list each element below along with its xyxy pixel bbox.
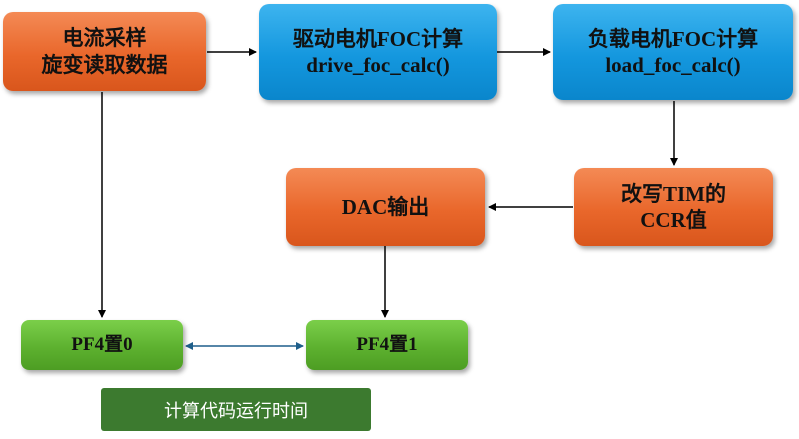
node-load-foc: 负载电机FOC计算 load_foc_calc()	[553, 4, 793, 100]
node-load-foc-line1: 负载电机FOC计算	[587, 26, 759, 51]
node-drive-foc-line1: 驱动电机FOC计算	[292, 26, 464, 51]
node-pf4-high: PF4置1	[306, 320, 468, 370]
node-drive-foc-line2: drive_foc_calc()	[306, 53, 450, 77]
node-write-ccr-line2: CCR值	[640, 208, 707, 232]
node-drive-foc: 驱动电机FOC计算 drive_foc_calc()	[259, 4, 497, 100]
node-sampling: 电流采样 旋变读取数据	[3, 12, 206, 91]
node-sampling-line2: 旋变读取数据	[41, 52, 168, 77]
node-pf4-low-line1: PF4置0	[71, 334, 133, 356]
node-dac-output: DAC输出	[286, 168, 485, 246]
node-dac-output-line1: DAC输出	[341, 194, 430, 219]
node-pf4-low: PF4置0	[21, 320, 183, 370]
node-load-foc-line2: load_foc_calc()	[605, 53, 741, 77]
caption-execution-time-text: 计算代码运行时间	[164, 400, 308, 422]
node-pf4-high-line1: PF4置1	[356, 334, 418, 356]
node-write-ccr-line1: 改写TIM的	[621, 181, 726, 206]
caption-execution-time: 计算代码运行时间	[101, 388, 371, 431]
node-write-ccr: 改写TIM的 CCR值	[574, 168, 773, 246]
node-sampling-line1: 电流采样	[62, 26, 147, 51]
